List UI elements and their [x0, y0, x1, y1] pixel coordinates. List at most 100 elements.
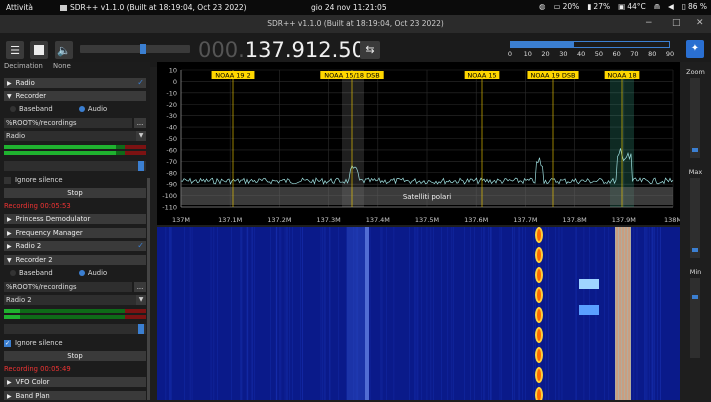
os-top-bar: Attività gio 24 nov 11:21:05 SDR++ v1.1.… [0, 0, 711, 15]
band-plan-header[interactable]: ▶ Band Plan [4, 391, 146, 400]
frequency-leading-digits[interactable]: 000. [198, 38, 245, 62]
zoom-slider-knob[interactable] [692, 148, 698, 152]
x-tick-label: 137.3M [316, 216, 340, 224]
maximize-button[interactable]: □ [672, 18, 681, 28]
snr-tick-label: 10 [523, 50, 532, 58]
ignore-silence-checkbox[interactable]: Ignore silence [4, 175, 146, 185]
radio-on-icon [78, 106, 85, 112]
collapse-arrow-icon: ▶ [7, 379, 12, 386]
radio-header[interactable]: ▶ Radio ✓ [4, 78, 146, 88]
princess-demodulator-header[interactable]: ▶ Princess Demodulator [4, 214, 146, 224]
waterfall-blip-core [537, 329, 541, 341]
audio2-label: Audio [87, 269, 108, 277]
waterfall[interactable] [157, 227, 680, 402]
radio-on-icon [78, 270, 85, 276]
recorder2-volume-knob[interactable] [138, 324, 144, 334]
menu-button[interactable]: ☰ [6, 41, 24, 59]
frequency-digits[interactable]: 137.912.500 [245, 38, 379, 62]
ignore-silence-label: Ignore silence [15, 176, 63, 184]
swap-button[interactable]: ⇆ [360, 41, 380, 59]
audio-level-meter-right [4, 151, 146, 155]
mute-button[interactable]: 🔈 [55, 41, 73, 59]
waterfall-blip-core [537, 349, 541, 361]
baseband-radio[interactable]: Baseband [10, 105, 53, 113]
speaker-icon: 🔈 [57, 43, 71, 57]
snr-tick-label: 40 [576, 50, 586, 58]
baseband2-radio[interactable]: Baseband [10, 269, 53, 277]
minimize-button[interactable]: − [645, 18, 653, 28]
recorder2-header-label: Recorder 2 [15, 256, 53, 264]
stream2-select[interactable]: Radio 2 ▼ [4, 295, 146, 305]
recorder2-header[interactable]: ▼ Recorder 2 [4, 255, 146, 265]
checkmark-icon[interactable]: ✓ [137, 241, 144, 251]
snr-tick-label: 60 [612, 50, 621, 58]
stop-recording2-button[interactable]: Stop [4, 351, 146, 361]
recorder2-volume-slider[interactable] [4, 324, 146, 334]
recorder-header-label: Recorder [15, 92, 47, 100]
snr-tick-label: 90 [665, 50, 675, 58]
min-label: Min [689, 268, 702, 276]
recording-path-field[interactable]: %ROOT%/recordings [4, 118, 132, 128]
app-menu[interactable]: SDR++ v1.1.0 (Built at 18:19:04, Oct 23 … [60, 3, 247, 12]
waterfall-plot[interactable] [157, 227, 680, 402]
spectrum-plot[interactable]: 10 0 -10 -20 -30 -40 -50 -60 -70 -80 -90 -100 -110 13… [157, 62, 682, 225]
battery-2-value: 27% [593, 2, 611, 11]
recorder-volume-knob[interactable] [138, 161, 144, 171]
max-label: Max [688, 168, 703, 176]
stream-select[interactable]: Radio ▼ [4, 131, 146, 141]
min-slider-knob[interactable] [692, 295, 698, 299]
band-plan-label: Band Plan [15, 392, 50, 400]
recorder-header[interactable]: ▼ Recorder [4, 91, 146, 101]
close-button[interactable]: ✕ [696, 18, 704, 28]
y-tick-label: -110 [162, 204, 177, 212]
browse-path-button[interactable]: ... [134, 118, 146, 128]
radio2-header[interactable]: ▶ Radio 2 ✓ [4, 241, 146, 251]
ignore-silence2-label: Ignore silence [15, 339, 63, 347]
x-tick-label: 137.6M [464, 216, 488, 224]
x-tick-label: 137.7M [513, 216, 537, 224]
fft-spectrum[interactable]: 10 0 -10 -20 -30 -40 -50 -60 -70 -80 -90 -100 -110 13… [157, 62, 682, 225]
activities-button[interactable]: Attività [6, 3, 33, 12]
recorder-volume-slider[interactable] [4, 161, 146, 171]
waterfall-blip-core [537, 309, 541, 321]
zoom-slider[interactable] [690, 78, 700, 158]
recorder2-mode-row: Baseband Audio [4, 268, 146, 278]
stop-play-button[interactable] [30, 41, 48, 59]
waterfall-blip-core [537, 249, 541, 261]
max-slider-knob[interactable] [692, 248, 698, 252]
vfo-color-header[interactable]: ▶ VFO Color [4, 377, 146, 387]
radio2-header-label: Radio 2 [15, 242, 42, 250]
system-tray[interactable]: ◍ ▭ 20% ▮ 27% ▣ 44°C ⋒ ◀ ▯ 86 % [539, 2, 707, 11]
volume-slider-knob[interactable] [140, 44, 146, 54]
sdrpp-logo-icon[interactable]: ✦ [686, 40, 704, 58]
audio-radio[interactable]: Audio [78, 105, 107, 113]
y-tick-label: -40 [166, 124, 177, 132]
decimation-value[interactable]: None [53, 62, 71, 70]
window-title: SDR++ v1.1.0 (Built at 18:19:04, Oct 23 … [267, 19, 444, 28]
clock[interactable]: gio 24 nov 11:21:05 [311, 3, 387, 12]
princess-demodulator-label: Princess Demodulator [15, 215, 91, 223]
baseband2-label: Baseband [19, 269, 53, 277]
x-tick-label: 137.4M [366, 216, 390, 224]
hamburger-icon: ☰ [10, 43, 20, 57]
ignore-silence2-checkbox[interactable]: ✓ Ignore silence [4, 338, 146, 348]
audio-level-meter-left [4, 145, 146, 149]
browse-path2-button[interactable]: ... [134, 282, 146, 292]
audio2-radio[interactable]: Audio [78, 269, 108, 277]
frequency-manager-header[interactable]: ▶ Frequency Manager [4, 228, 146, 238]
y-tick-label: -70 [166, 158, 177, 166]
y-tick-label: 0 [173, 78, 177, 86]
checkmark-icon[interactable]: ✓ [137, 78, 144, 88]
recording2-path-field[interactable]: %ROOT%/recordings [4, 282, 132, 292]
bookmark-label: NOAA 15/18 DSB [324, 72, 379, 80]
chevron-down-icon: ▼ [136, 131, 146, 141]
recording-status: Recording 00:05:53 [4, 202, 71, 210]
frequency-display[interactable]: 000.137.912.500 [198, 38, 378, 62]
min-slider[interactable] [690, 278, 700, 358]
window-title-bar[interactable]: SDR++ v1.1.0 (Built at 18:19:04, Oct 23 … [0, 15, 711, 33]
volume-slider[interactable] [80, 44, 190, 54]
max-slider[interactable] [690, 178, 700, 258]
left-panel-scrollbar[interactable] [147, 178, 150, 400]
stop-recording-button[interactable]: Stop [4, 188, 146, 198]
decimation-row[interactable]: Decimation None [4, 62, 146, 72]
